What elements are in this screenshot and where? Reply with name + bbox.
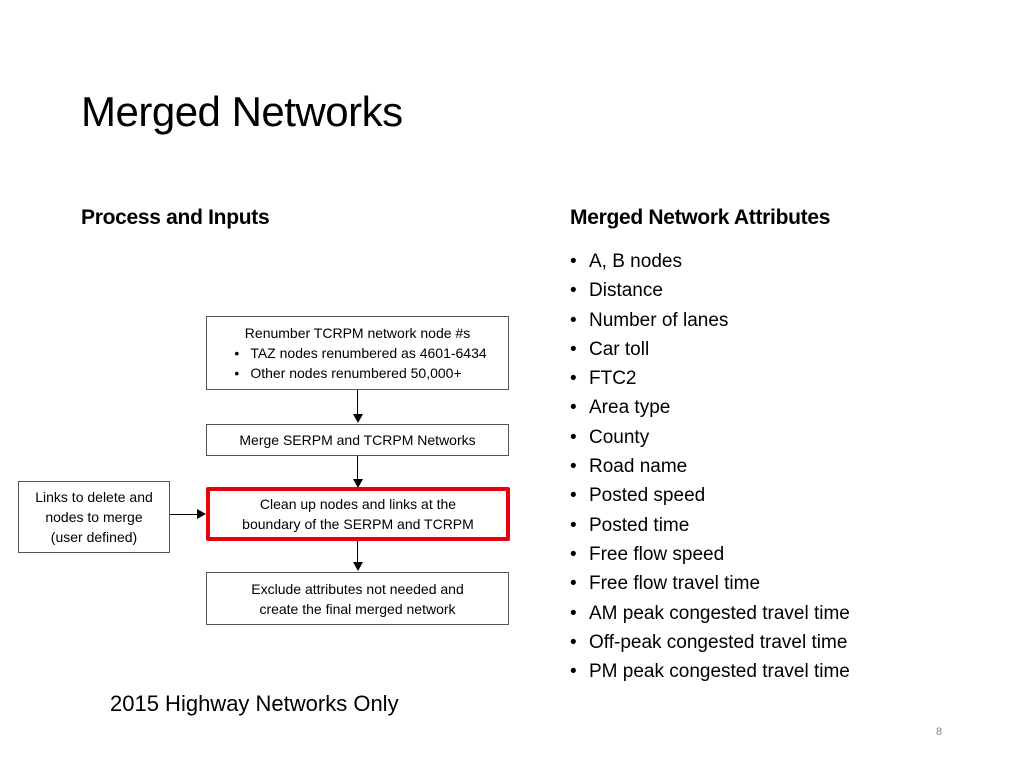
attribute-item: Distance <box>570 276 850 306</box>
connector-2-3 <box>357 456 358 480</box>
attribute-item: Car toll <box>570 335 850 365</box>
flow-step-merge: Merge SERPM and TCRPM Networks <box>206 424 509 456</box>
attribute-item: Posted speed <box>570 481 850 511</box>
flow-step-renumber-bullet: TAZ nodes renumbered as 4601-6434 <box>230 343 486 363</box>
slide-title: Merged Networks <box>81 88 403 135</box>
flow-input-user-defined: Links to delete and nodes to merge (user… <box>18 481 170 553</box>
attribute-item: Free flow travel time <box>570 569 850 599</box>
attribute-item: Number of lanes <box>570 306 850 336</box>
attribute-item: Area type <box>570 393 850 423</box>
flow-input-line3: (user defined) <box>50 529 138 545</box>
arrow-right-icon <box>197 509 206 519</box>
attribute-list: A, B nodes Distance Number of lanes Car … <box>570 247 850 687</box>
flow-step-exclude-line2: create the final merged network <box>259 600 456 617</box>
flow-step-exclude: Exclude attributes not needed and create… <box>206 572 509 625</box>
attribute-item: Off-peak congested travel time <box>570 628 850 658</box>
attribute-item: A, B nodes <box>570 247 850 277</box>
arrow-down-icon <box>353 414 363 423</box>
connector-input-cleanup <box>170 514 198 515</box>
flow-step-renumber: Renumber TCRPM network node #s TAZ nodes… <box>206 316 509 390</box>
attribute-item: Road name <box>570 452 850 482</box>
process-inputs-heading: Process and Inputs <box>81 206 270 229</box>
connector-3-4 <box>357 541 358 563</box>
page-number: 8 <box>936 726 943 738</box>
scope-note: 2015 Highway Networks Only <box>110 691 399 716</box>
flow-step-merge-label: Merge SERPM and TCRPM Networks <box>239 432 476 448</box>
flow-step-exclude-line1: Exclude attributes not needed and <box>251 580 464 597</box>
attribute-item: County <box>570 423 850 453</box>
attribute-item: Free flow speed <box>570 540 850 570</box>
attribute-item: FTC2 <box>570 364 850 394</box>
flow-input-line1: Links to delete and <box>35 489 153 505</box>
flow-step-renumber-title: Renumber TCRPM network node #s <box>244 325 471 341</box>
attribute-item: PM peak congested travel time <box>570 657 850 687</box>
attribute-item: Posted time <box>570 511 850 541</box>
flow-step-cleanup-highlighted: Clean up nodes and links at the boundary… <box>206 487 510 541</box>
flow-step-cleanup-line2: boundary of the SERPM and TCRPM <box>242 516 474 532</box>
flow-input-line2: nodes to merge <box>45 509 143 525</box>
attribute-item: AM peak congested travel time <box>570 599 850 629</box>
attributes-heading: Merged Network Attributes <box>570 206 831 229</box>
flow-step-cleanup-line1: Clean up nodes and links at the <box>259 496 457 512</box>
connector-1-2 <box>357 390 358 415</box>
flow-step-renumber-bullets: TAZ nodes renumbered as 4601-6434 Other … <box>228 343 486 383</box>
arrow-down-icon <box>353 562 363 571</box>
flow-step-renumber-bullet: Other nodes renumbered 50,000+ <box>230 363 486 383</box>
